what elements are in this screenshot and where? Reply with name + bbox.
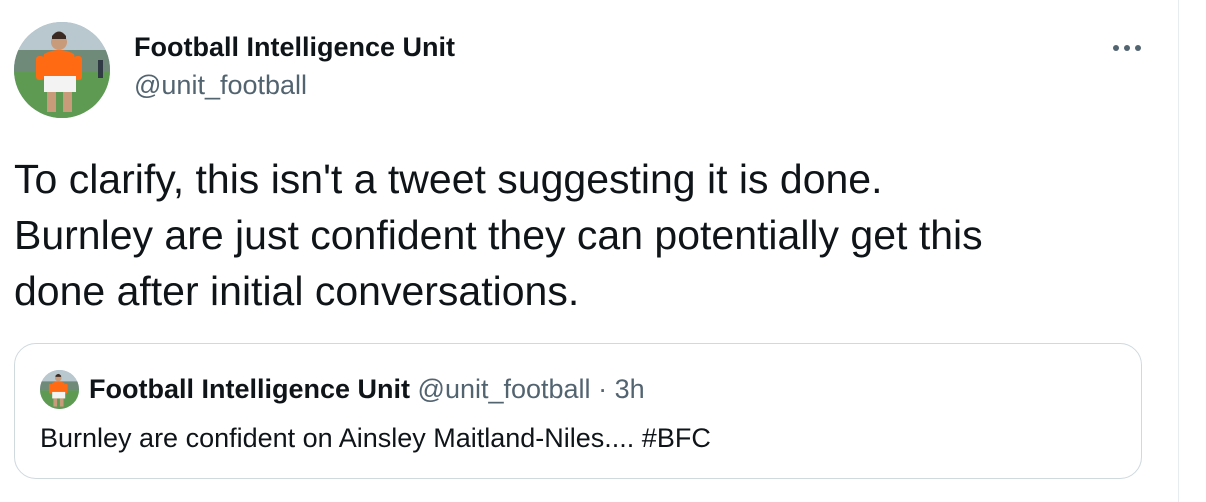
quoted-timestamp[interactable]: 3h bbox=[615, 374, 645, 404]
author-avatar[interactable] bbox=[14, 22, 110, 118]
quoted-author-display-name[interactable]: Football Intelligence Unit bbox=[89, 374, 410, 404]
quoted-tweet-text: Burnley are confident on Ainsley Maitlan… bbox=[40, 423, 711, 453]
quoted-tweet[interactable]: Football Intelligence Unit @unit_footbal… bbox=[14, 343, 1142, 479]
tweet-card: Football Intelligence Unit @unit_footbal… bbox=[0, 0, 1206, 502]
quoted-author-handle[interactable]: @unit_football bbox=[418, 374, 591, 404]
quoted-author-avatar[interactable] bbox=[40, 370, 79, 409]
author-display-name[interactable]: Football Intelligence Unit bbox=[134, 30, 455, 64]
tweet-text-line: Burnley are just confident they can pote… bbox=[14, 212, 983, 258]
author-block: Football Intelligence Unit @unit_footbal… bbox=[134, 30, 455, 103]
avatar-icon bbox=[40, 370, 79, 409]
quoted-tweet-header: Football Intelligence Unit @unit_footbal… bbox=[89, 371, 645, 407]
more-options-icon bbox=[1113, 45, 1141, 51]
tweet-text: To clarify, this isn't a tweet suggestin… bbox=[14, 151, 1144, 319]
tweet-text-line: done after initial conversations. bbox=[14, 268, 580, 314]
avatar-icon bbox=[14, 22, 110, 118]
author-handle[interactable]: @unit_football bbox=[134, 67, 455, 103]
header-separator: · bbox=[598, 374, 608, 404]
tweet-text-line: To clarify, this isn't a tweet suggestin… bbox=[14, 156, 883, 202]
more-options-button[interactable] bbox=[1108, 34, 1146, 62]
column-divider bbox=[1178, 0, 1179, 502]
